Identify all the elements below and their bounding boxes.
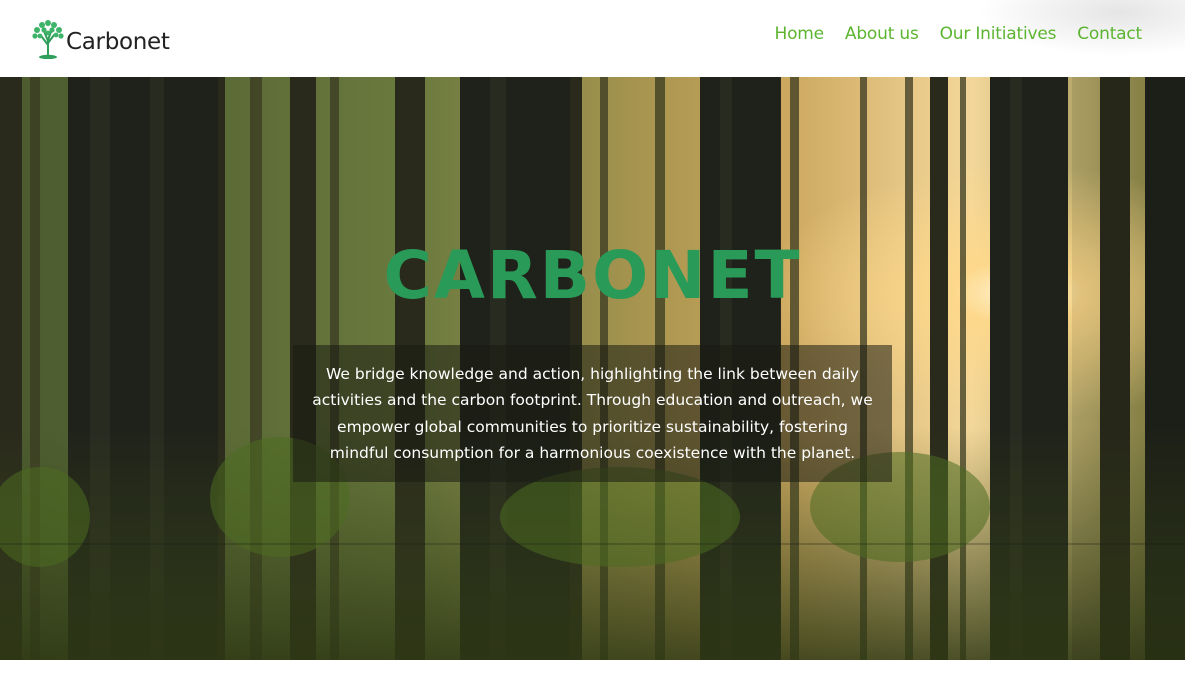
hero-description: We bridge knowledge and action, highligh… <box>312 364 873 463</box>
hero-section: CARBONET We bridge knowledge and action,… <box>0 77 1185 660</box>
brand-name: Carbonet <box>66 29 170 55</box>
nav-item-home: Home <box>775 24 825 44</box>
nav-link-home[interactable]: Home <box>775 24 825 44</box>
nav-link-our-initiatives[interactable]: Our Initiatives <box>940 24 1057 44</box>
nav-item-initiatives: Our Initiatives <box>940 24 1057 44</box>
main-nav: Home About us Our Initiatives Contact <box>775 24 1143 44</box>
nav-item-contact: Contact <box>1077 24 1142 44</box>
brand-logo[interactable]: Carbonet <box>31 16 170 60</box>
tree-icon <box>32 20 64 59</box>
hero-description-box: We bridge knowledge and action, highligh… <box>293 345 892 482</box>
nav-item-about: About us <box>845 24 919 44</box>
hero-title: CARBONET <box>383 237 802 314</box>
site-header: Carbonet Home About us Our Initiatives C… <box>0 0 1185 77</box>
page-bottom-band <box>0 660 1185 678</box>
nav-link-about-us[interactable]: About us <box>845 24 919 44</box>
nav-link-contact[interactable]: Contact <box>1077 24 1142 44</box>
